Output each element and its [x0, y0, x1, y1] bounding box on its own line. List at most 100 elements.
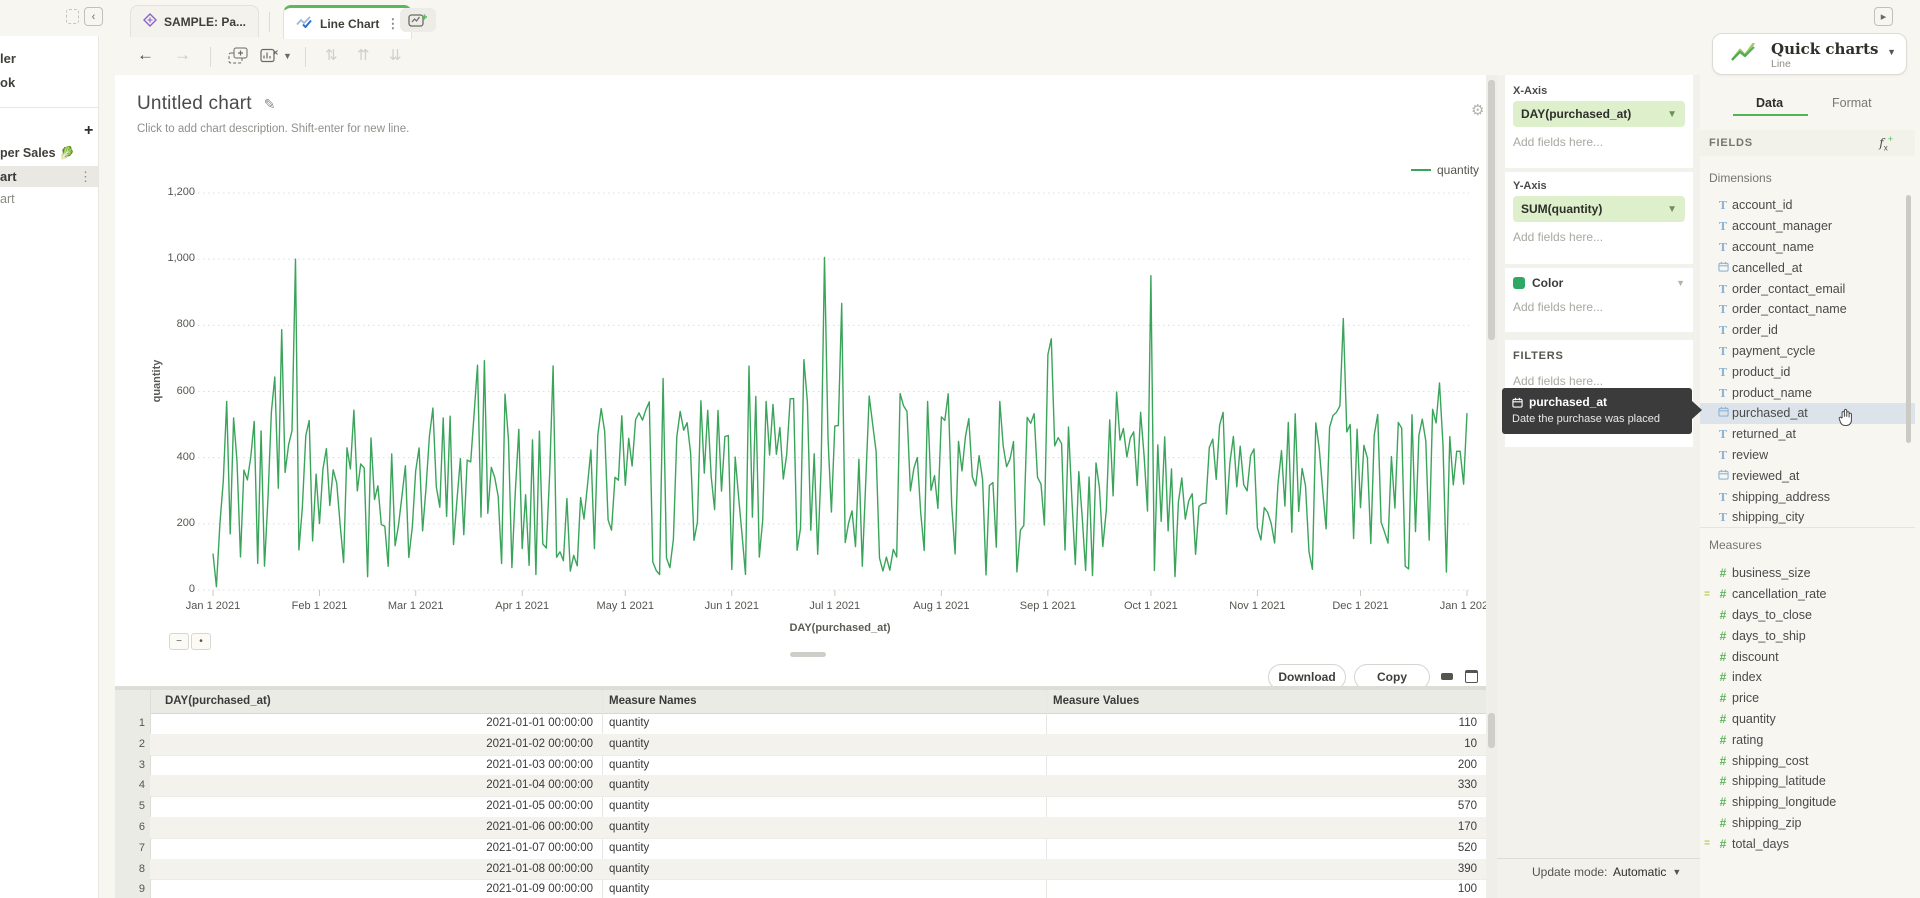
measure-item[interactable]: =#cancellation_rate: [1700, 584, 1915, 605]
edit-pencil-icon[interactable]: ✎: [264, 96, 276, 113]
table-vscrollbar-thumb[interactable]: [1488, 713, 1495, 748]
tab-format[interactable]: Format: [1832, 96, 1872, 110]
chart-hscrollbar-thumb[interactable]: [790, 652, 826, 657]
measure-item[interactable]: #shipping_longitude: [1700, 792, 1915, 813]
cell-measure-name: quantity: [609, 779, 649, 791]
collapse-table-icon[interactable]: [1441, 673, 1453, 680]
measure-item[interactable]: #rating: [1700, 729, 1915, 750]
item-menu-icon[interactable]: ⋮: [79, 169, 92, 185]
tab-data[interactable]: Data: [1756, 96, 1783, 110]
tab-line-chart[interactable]: Line Chart ⋮: [283, 5, 412, 39]
expand-table-icon[interactable]: [1465, 670, 1478, 683]
measure-item[interactable]: #price: [1700, 688, 1915, 709]
chart-title[interactable]: Untitled chart: [137, 93, 252, 115]
dimension-item[interactable]: Torder_id: [1700, 320, 1915, 341]
fields-scrollbar-thumb[interactable]: [1906, 195, 1911, 443]
dimension-item[interactable]: Torder_contact_email: [1700, 278, 1915, 299]
measure-item[interactable]: #index: [1700, 667, 1915, 688]
table-row[interactable]: 2021-01-03 00:00:00quantity200: [150, 755, 1486, 777]
dimension-item[interactable]: Tshipping_city: [1700, 507, 1915, 528]
dimension-item[interactable]: Taccount_manager: [1700, 216, 1915, 237]
remove-chart-button[interactable]: ▼: [260, 48, 292, 63]
sidebar-item[interactable]: ok: [0, 75, 15, 90]
sidebar-item[interactable]: art: [0, 192, 15, 206]
x-axis-field-pill[interactable]: DAY(purchased_at) ▼: [1513, 101, 1685, 127]
tooltip-description: Date the purchase was placed: [1512, 413, 1660, 425]
measures-list: #business_size=#cancellation_rate#days_t…: [1700, 563, 1915, 854]
update-mode-select[interactable]: Automatic ▼: [1613, 865, 1681, 879]
main-vscrollbar[interactable]: [1486, 75, 1497, 898]
y-axis-add-fields[interactable]: Add fields here...: [1513, 230, 1603, 244]
add-chart-button[interactable]: +: [84, 122, 93, 140]
cell-date: 2021-01-05 00:00:00: [150, 800, 593, 812]
dimension-item[interactable]: Tproduct_name: [1700, 382, 1915, 403]
dimension-item[interactable]: Tpayment_cycle: [1700, 341, 1915, 362]
line-chart-plot[interactable]: [115, 175, 1486, 695]
measure-item[interactable]: #discount: [1700, 646, 1915, 667]
redo-button[interactable]: →: [174, 46, 191, 65]
measure-item[interactable]: #shipping_latitude: [1700, 771, 1915, 792]
text-type-icon: T: [1714, 427, 1732, 441]
dimension-item[interactable]: Torder_contact_name: [1700, 299, 1915, 320]
measure-item[interactable]: #business_size: [1700, 563, 1915, 584]
dimension-item[interactable]: Taccount_id: [1700, 195, 1915, 216]
table-row[interactable]: 2021-01-09 00:00:00quantity100: [150, 879, 1486, 898]
table-row[interactable]: 2021-01-06 00:00:00quantity170: [150, 817, 1486, 839]
column-header[interactable]: Measure Names: [609, 695, 697, 707]
column-header[interactable]: DAY(purchased_at): [165, 695, 271, 707]
dimension-item[interactable]: reviewed_at: [1700, 465, 1915, 486]
tab-divider: [269, 12, 270, 32]
tab-menu-icon[interactable]: ⋮: [386, 16, 399, 32]
dimension-item[interactable]: Taccount_name: [1700, 237, 1915, 258]
dimension-item[interactable]: Tproduct_id: [1700, 361, 1915, 382]
measure-item[interactable]: #days_to_close: [1700, 605, 1915, 626]
vscrollbar-thumb[interactable]: [1488, 80, 1495, 340]
quick-charts-selector[interactable]: Quick charts Line ▼: [1712, 33, 1907, 75]
chart-settings-gear-icon[interactable]: ⚙: [1471, 101, 1484, 119]
zoom-out-button[interactable]: −: [169, 633, 189, 650]
tab-sample-report[interactable]: SAMPLE: Pa...: [130, 5, 259, 37]
add-to-report-button[interactable]: [228, 47, 250, 70]
y-tick-label: 600: [133, 385, 195, 397]
measure-item[interactable]: #days_to_ship: [1700, 625, 1915, 646]
cell-date: 2021-01-01 00:00:00: [150, 717, 593, 729]
color-add-fields[interactable]: Add fields here...: [1513, 300, 1603, 314]
chart-card: Untitled chart ✎ Click to add chart desc…: [115, 75, 1486, 898]
measure-item[interactable]: #shipping_zip: [1700, 813, 1915, 834]
dimension-item[interactable]: cancelled_at: [1700, 257, 1915, 278]
dimension-item[interactable]: Treturned_at: [1700, 424, 1915, 445]
reset-zoom-button[interactable]: •: [191, 633, 211, 650]
text-type-icon: T: [1714, 282, 1732, 296]
dimension-item[interactable]: purchased_at: [1700, 403, 1915, 424]
measure-item[interactable]: #quantity: [1700, 709, 1915, 730]
table-row[interactable]: 2021-01-05 00:00:00quantity570: [150, 796, 1486, 818]
chevron-down-icon: ▼: [1667, 204, 1677, 215]
table-row[interactable]: 2021-01-02 00:00:00quantity10: [150, 734, 1486, 756]
collapse-left-panel-button[interactable]: ‹: [84, 7, 103, 26]
add-formula-fx-icon[interactable]: fx+: [1879, 134, 1893, 152]
field-name: order_contact_email: [1732, 282, 1845, 296]
filters-add-fields[interactable]: Add fields here...: [1513, 374, 1603, 388]
table-row[interactable]: 2021-01-04 00:00:00quantity330: [150, 775, 1486, 797]
color-row[interactable]: Color ▼: [1513, 276, 1685, 290]
measure-item[interactable]: #shipping_cost: [1700, 750, 1915, 771]
column-header[interactable]: Measure Values: [1053, 695, 1139, 707]
table-row[interactable]: 2021-01-07 00:00:00quantity520: [150, 838, 1486, 860]
y-axis-field-pill[interactable]: SUM(quantity) ▼: [1513, 196, 1685, 222]
sidebar-item-collection[interactable]: per Sales 🥬: [0, 146, 75, 161]
table-row[interactable]: 2021-01-01 00:00:00quantity110: [150, 713, 1486, 735]
sidebar-item-selected[interactable]: art ⋮: [0, 166, 98, 187]
x-axis-title: DAY(purchased_at): [740, 622, 940, 634]
number-type-icon: #: [1714, 795, 1732, 809]
cell-measure-name: quantity: [609, 759, 649, 771]
dimension-item[interactable]: Treview: [1700, 445, 1915, 466]
dimension-item[interactable]: Tshipping_address: [1700, 486, 1915, 507]
sidebar-item[interactable]: ler: [0, 51, 16, 66]
row-number: 4: [119, 779, 145, 791]
table-row[interactable]: 2021-01-08 00:00:00quantity390: [150, 859, 1486, 881]
x-axis-add-fields[interactable]: Add fields here...: [1513, 135, 1603, 149]
new-chart-button[interactable]: [400, 8, 436, 32]
undo-button[interactable]: ←: [137, 46, 154, 65]
chart-description-placeholder[interactable]: Click to add chart description. Shift-en…: [137, 123, 409, 135]
measure-item[interactable]: =#total_days: [1700, 833, 1915, 854]
